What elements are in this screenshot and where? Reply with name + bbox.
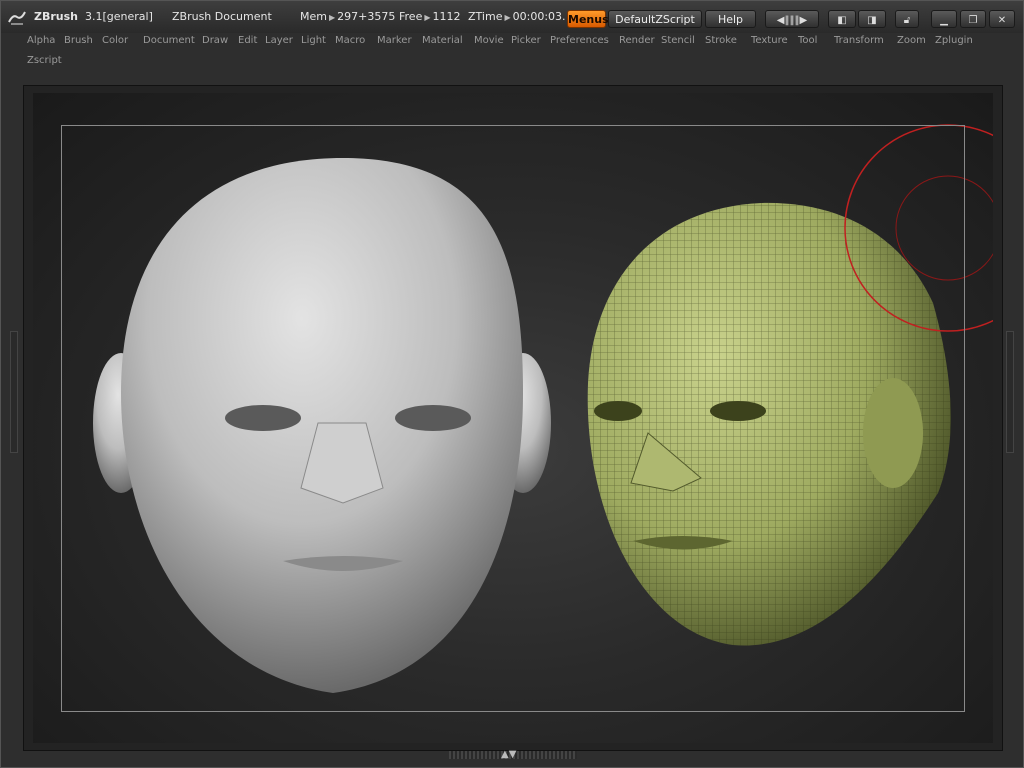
menu-document[interactable]: Document [143,35,195,46]
menus-button[interactable]: Menus [567,10,609,28]
close-button[interactable]: ✕ [989,10,1015,28]
expand-tray-icon: ▲▼ [501,749,517,760]
default-zscript-button[interactable]: DefaultZScript [608,10,702,28]
menu-transform[interactable]: Transform [834,35,884,46]
minimize-icon: ▁ [940,15,948,26]
document-canvas[interactable] [33,93,993,743]
menu-material[interactable]: Material [422,35,463,46]
app-name: ZBrush [34,10,78,23]
menu-picker[interactable]: Picker [511,35,541,46]
zbrush-window: ZBrush 3.1[general] ZBrush Document Mem ▶… [0,0,1024,768]
close-icon: ✕ [997,15,1007,26]
menu-movie[interactable]: Movie [474,35,504,46]
tray-toggle-button[interactable]: ◀‖‖‖▶ [765,10,819,28]
triangle-right-icon: ▶ [424,13,431,22]
menu-brush[interactable]: Brush [64,35,93,46]
menu-zplugin[interactable]: Zplugin [935,35,973,46]
ztime-readout: ZTime ▶ 00:00:03. [468,10,566,23]
free-label: Free [399,10,423,23]
menu-color[interactable]: Color [102,35,128,46]
menu-light[interactable]: Light [301,35,326,46]
menu-stroke[interactable]: Stroke [705,35,737,46]
title-bar: ZBrush 3.1[general] ZBrush Document Mem ▶… [1,1,1023,33]
menu-preferences[interactable]: Preferences [550,35,609,46]
menu-edit[interactable]: Edit [238,35,257,46]
menu-zoom[interactable]: Zoom [897,35,926,46]
menu-texture[interactable]: Texture [751,35,788,46]
menu-marker[interactable]: Marker [377,35,412,46]
minimize-button[interactable]: ▁ [931,10,957,28]
layout-left-button[interactable]: ◧ [828,10,856,28]
menu-tool[interactable]: Tool [798,35,817,46]
menu-render[interactable]: Render [619,35,655,46]
menu-zscript[interactable]: Zscript [27,55,62,66]
menu-draw[interactable]: Draw [202,35,228,46]
zbrush-logo-icon [8,11,26,25]
lock-button[interactable]: 🔓︎ [895,10,919,28]
restore-icon: ❐ [968,15,978,26]
menu-stencil[interactable]: Stencil [661,35,695,46]
document-name: ZBrush Document [172,10,272,23]
layout-icon: ◧ [837,15,847,26]
ztime-label: ZTime [468,10,503,23]
free-value: 1112 [432,10,461,23]
layout-icon: ◨ [867,15,877,26]
menu-alpha[interactable]: Alpha [27,35,55,46]
tray-handle-icon: ◀‖‖‖▶ [776,15,808,26]
menu-layer[interactable]: Layer [265,35,293,46]
mem-label: Mem [300,10,327,23]
document-frame [61,125,965,712]
ztime-value: 00:00:03. [512,10,566,23]
mem-value: 297+3575 [337,10,396,23]
menu-macro[interactable]: Macro [335,35,365,46]
triangle-right-icon: ▶ [328,13,336,22]
layout-right-button[interactable]: ◨ [858,10,886,28]
app-version: 3.1[general] [85,10,153,23]
restore-button[interactable]: ❐ [960,10,986,28]
mem-readout: Mem ▶ 297+3575 [300,10,395,23]
menu-bar: Alpha Brush Color Document Draw Edit Lay… [1,33,1023,73]
triangle-right-icon: ▶ [504,13,511,22]
left-tray-handle[interactable] [10,331,18,453]
free-readout: Free ▶ 1112 [399,10,461,23]
lock-icon: 🔓︎ [903,15,911,26]
right-tray-handle[interactable] [1006,331,1014,453]
help-button[interactable]: Help [705,10,756,28]
